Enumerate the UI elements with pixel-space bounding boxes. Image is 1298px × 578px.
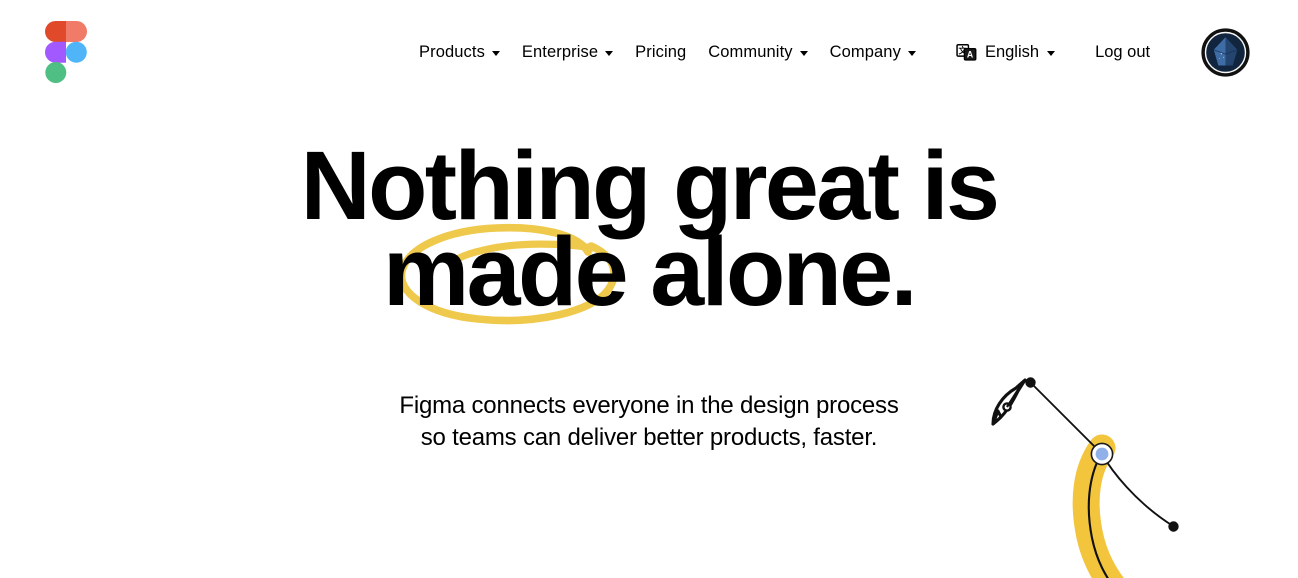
nav-item-company[interactable]: Company	[819, 34, 927, 71]
headline-line-1: Nothing great is	[300, 131, 1000, 240]
subhead-line-2: so teams can deliver better products, fa…	[420, 424, 878, 451]
headline-line-2: made alone.	[382, 217, 918, 326]
nav-item-label: Community	[708, 42, 793, 61]
translate-icon: 文 A	[956, 43, 977, 61]
pen-nib-cursor-icon	[991, 378, 1027, 426]
nav-item-products[interactable]: Products	[408, 34, 511, 71]
nav-item-label: Pricing	[635, 42, 687, 61]
subhead-line-1: Figma connects everyone in the design pr…	[399, 392, 899, 419]
bezier-handle-dot	[1168, 521, 1179, 532]
language-selector[interactable]: 文 A English	[945, 32, 1066, 73]
logout-label: Log out	[1095, 42, 1151, 61]
user-avatar-gem-icon	[1201, 28, 1250, 77]
nav-item-pricing[interactable]: Pricing	[624, 34, 697, 71]
site-header: Products Enterprise Pricing Community Co…	[0, 0, 1298, 104]
chevron-down-icon	[907, 50, 916, 56]
chevron-down-icon	[491, 50, 500, 56]
nav-item-community[interactable]: Community	[697, 34, 818, 71]
hero-subtitle: Figma connects everyone in the design pr…	[0, 390, 1298, 454]
pen-tool-vector-path	[991, 377, 1179, 578]
language-label: English	[984, 42, 1040, 61]
main-navigation: Products Enterprise Pricing Community Co…	[408, 0, 1161, 104]
figma-logo[interactable]	[45, 21, 87, 83]
nav-item-label: Company	[829, 42, 901, 61]
nav-item-label: Products	[419, 42, 485, 61]
chevron-down-icon	[605, 50, 614, 56]
figma-logo-icon	[45, 21, 87, 83]
nav-item-label: Enterprise	[521, 42, 599, 61]
page-title: Nothing great is made alone.	[0, 137, 1298, 326]
avatar[interactable]	[1201, 28, 1250, 77]
chevron-down-icon	[1047, 50, 1056, 56]
chevron-down-icon	[799, 50, 808, 56]
logout-button[interactable]: Log out	[1084, 33, 1161, 72]
bezier-handle-dot	[1025, 377, 1036, 388]
hand-drawn-circle-annotation	[397, 223, 618, 325]
svg-text:A: A	[967, 49, 974, 59]
nav-item-enterprise[interactable]: Enterprise	[511, 34, 624, 71]
